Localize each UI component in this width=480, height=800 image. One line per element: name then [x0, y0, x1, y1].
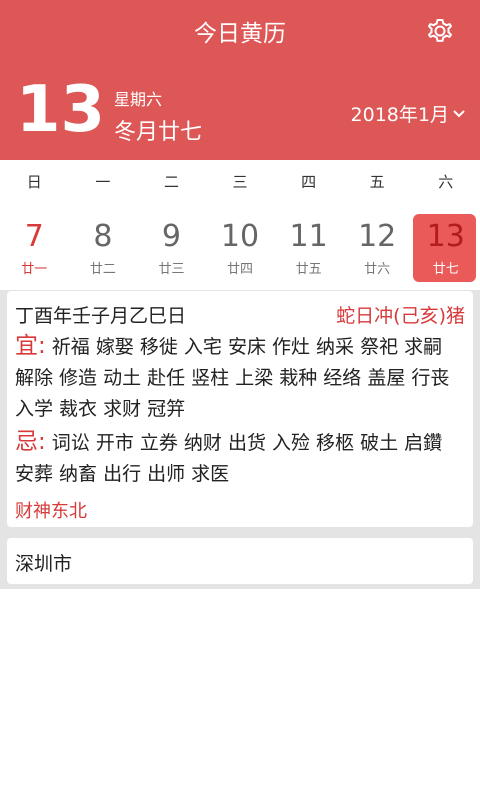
weekday-label: 日	[26, 173, 42, 191]
current-day-number: 13	[16, 73, 106, 147]
day-number: 8	[93, 219, 113, 254]
day-lunar: 廿二	[89, 262, 116, 277]
day-lunar: 廿七	[432, 262, 459, 277]
app-header: 今日黄历 13 星期六 冬月廿七 2018年1月	[0, 0, 480, 160]
month-picker-label: 2018年1月	[350, 104, 449, 126]
day-lunar: 廿六	[364, 262, 391, 277]
week-strip: 7 廿一 8 廿二 9 廿三 10 廿四 11 廿五 12 廿六 13 廿七	[0, 204, 480, 290]
app-title: 今日黄历	[194, 21, 286, 47]
weekday-label: 四	[301, 173, 317, 191]
weekday-label: 六	[438, 173, 454, 191]
day-cell-selected[interactable]: 13 廿七	[411, 204, 480, 290]
ji-text: 词讼 开市 立券 纳财 出货 入殓 移柩 破土 启鑽 安葬 纳畜 出行 出师 求…	[15, 432, 443, 485]
almanac-card: 丁酉年壬子月乙巳日 蛇日冲(己亥)猪 宜: 祈福 嫁娶 移徙 入宅 安床 作灶 …	[7, 291, 473, 527]
ganzhi-date: 丁酉年壬子月乙巳日	[15, 305, 187, 327]
day-number: 13	[426, 219, 465, 254]
day-cell[interactable]: 7 廿一	[0, 204, 69, 290]
day-number: 9	[161, 219, 181, 254]
caishen-direction: 财神东北	[15, 501, 87, 522]
chong-sha: 蛇日冲(己亥)猪	[336, 305, 465, 327]
day-lunar: 廿三	[158, 262, 185, 277]
weekday-label: 一	[95, 173, 111, 191]
weekday-label: 三	[232, 173, 248, 191]
gear-icon[interactable]	[424, 14, 456, 46]
city-card[interactable]: 深圳市	[7, 538, 473, 584]
content-area	[0, 589, 480, 800]
chevron-down-icon	[453, 109, 465, 117]
weekday-label: 二	[163, 173, 179, 191]
day-lunar: 廿一	[21, 262, 48, 277]
weekday-label: 五	[369, 173, 385, 191]
yi-text: 祈福 嫁娶 移徙 入宅 安床 作灶 纳采 祭祀 求嗣 解除 修造 动土 赴任 竖…	[15, 336, 450, 420]
day-lunar: 廿四	[227, 262, 254, 277]
day-number: 12	[358, 219, 397, 254]
ji-label: 忌:	[15, 429, 46, 455]
day-lunar: 廿五	[295, 262, 322, 277]
ji-section: 忌: 词讼 开市 立券 纳财 出货 入殓 移柩 破土 启鑽 安葬 纳畜 出行 出…	[15, 427, 467, 490]
day-cell[interactable]: 9 廿三	[137, 204, 206, 290]
current-weekday: 星期六	[114, 90, 163, 109]
day-number: 11	[289, 219, 328, 254]
day-cell[interactable]: 12 廿六	[343, 204, 412, 290]
yi-section: 宜: 祈福 嫁娶 移徙 入宅 安床 作灶 纳采 祭祀 求嗣 解除 修造 动土 赴…	[15, 331, 467, 425]
weekday-header: 日 一 二 三 四 五 六	[0, 160, 480, 204]
day-cell[interactable]: 11 廿五	[274, 204, 343, 290]
month-picker[interactable]: 2018年1月	[351, 100, 466, 127]
day-number: 10	[220, 219, 260, 254]
current-lunar-date: 冬月廿七	[114, 120, 203, 145]
yi-label: 宜:	[15, 333, 46, 359]
day-cell[interactable]: 8 廿二	[69, 204, 138, 290]
city-name: 深圳市	[15, 553, 73, 575]
day-cell[interactable]: 10 廿四	[206, 204, 275, 290]
day-number: 7	[24, 219, 44, 254]
